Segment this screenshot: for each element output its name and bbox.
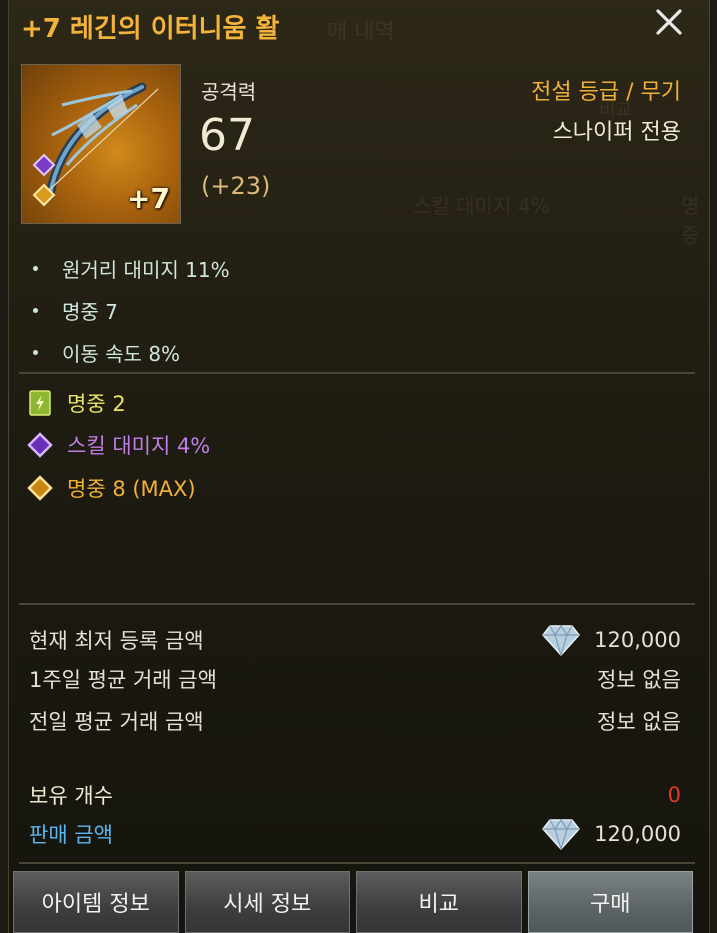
item-enhance-level: +7 [127, 182, 170, 215]
bullet-icon [33, 350, 38, 355]
attack-bonus: (+23) [201, 172, 271, 200]
base-stat-text: 명중 7 [62, 300, 118, 324]
compare-button[interactable]: 비교 [356, 871, 522, 933]
week-avg-value: 정보 없음 [597, 668, 681, 692]
divider [19, 862, 695, 864]
sale-price-label: 판매 금액 [29, 823, 113, 847]
rune-card-icon [27, 390, 53, 416]
sale-price-value: 120,000 [594, 822, 681, 846]
owned-count-label: 보유 개수 [29, 784, 113, 808]
gold-diamond-icon [32, 183, 56, 207]
base-stat: 원거리 대미지 11% [33, 254, 230, 283]
base-stat-text: 원거리 대미지 11% [62, 258, 230, 282]
purple-diamond-icon [27, 432, 53, 458]
effect-row: 스킬 대미지 4% [27, 430, 210, 460]
close-icon [656, 9, 682, 35]
bullet-icon [33, 308, 38, 313]
item-grade: 전설 등급 / 무기 [531, 80, 681, 105]
effect-row: 명중 2 [27, 388, 126, 418]
effect-text: 스킬 대미지 4% [67, 434, 211, 458]
attack-value: 67 [199, 110, 255, 161]
item-tooltip-panel: 매 내역 비교 스킬 대미지 4% 명중 +7 레긴의 이터니움 활 +7 공격… [8, 0, 710, 933]
owned-count-value: 0 [667, 783, 681, 807]
week-avg-row: 1주일 평균 거래 금액 정보 없음 [29, 664, 681, 694]
purple-diamond-icon [32, 153, 56, 177]
yesterday-avg-row: 전일 평균 거래 금액 정보 없음 [29, 706, 681, 736]
item-icon-frame: +7 [21, 64, 181, 224]
effect-text: 명중 2 [67, 392, 126, 416]
effect-row: 명중 8 (MAX) [27, 473, 196, 503]
yesterday-avg-value: 정보 없음 [597, 710, 681, 734]
ghost-text: 스킬 대미지 4% [413, 194, 550, 218]
bullet-icon [33, 266, 38, 271]
action-button-bar: 아이템 정보 시세 정보 비교 구매 [13, 871, 693, 933]
week-avg-label: 1주일 평균 거래 금액 [29, 668, 217, 692]
divider [19, 603, 695, 605]
item-info-button[interactable]: 아이템 정보 [13, 871, 179, 933]
crystal-icon [542, 818, 581, 850]
buy-button[interactable]: 구매 [527, 871, 693, 933]
item-title: +7 레긴의 이터니움 활 [21, 14, 280, 44]
divider [19, 372, 695, 374]
yesterday-avg-label: 전일 평균 거래 금액 [29, 710, 204, 734]
owned-count-row: 보유 개수 0 [29, 780, 681, 810]
base-stat: 명중 7 [33, 296, 118, 325]
lowest-price-label: 현재 최저 등록 금액 [29, 629, 204, 653]
gold-diamond-icon [27, 475, 53, 501]
sale-price-row: 판매 금액 120,000 [29, 818, 681, 850]
market-info-button[interactable]: 시세 정보 [184, 871, 350, 933]
close-button[interactable] [649, 2, 689, 42]
lowest-price-value: 120,000 [594, 628, 681, 652]
effect-text: 명중 8 (MAX) [67, 477, 196, 501]
crystal-icon [542, 624, 581, 656]
ghost-text: 명중 [681, 194, 700, 247]
base-stat-text: 이동 속도 8% [62, 342, 181, 366]
base-stat: 이동 속도 8% [33, 338, 180, 367]
lowest-price-row: 현재 최저 등록 금액 120,000 [29, 624, 681, 656]
attack-label: 공격력 [201, 80, 257, 104]
class-restriction: 스나이퍼 전용 [552, 120, 681, 145]
ghost-text: 매 내역 [327, 20, 395, 45]
